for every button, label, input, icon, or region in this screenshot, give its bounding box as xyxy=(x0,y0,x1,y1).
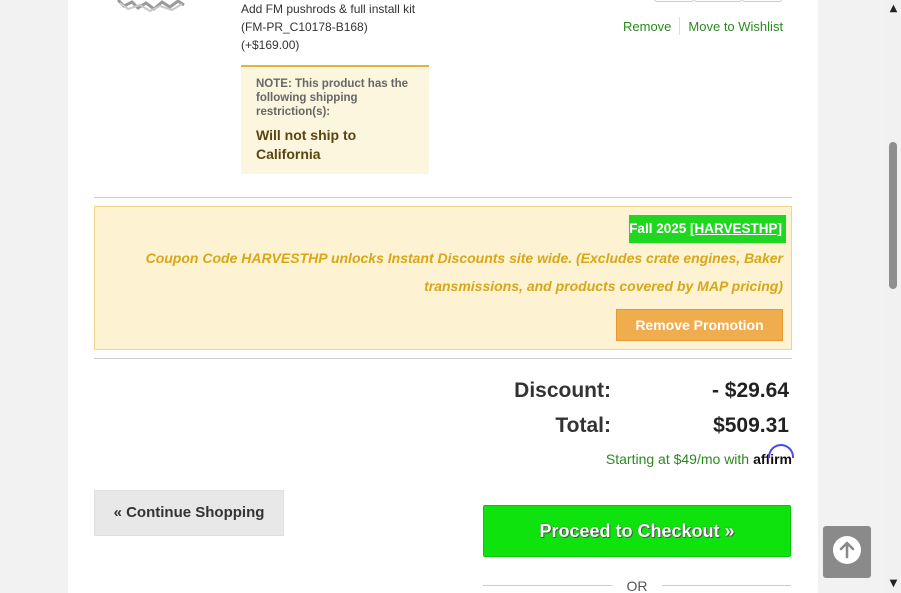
scroll-up-arrow-icon[interactable]: ▲ xyxy=(886,2,901,16)
product-option-sku: (FM-PR_C10178-B168) xyxy=(241,20,368,34)
remove-item-link[interactable]: Remove xyxy=(623,19,671,34)
divider xyxy=(94,197,792,198)
restriction-note: NOTE: This product has the following shi… xyxy=(256,78,409,118)
affirm-financing-link[interactable]: Starting at $49/mo with affirm xyxy=(605,444,794,467)
remove-promotion-button[interactable]: Remove Promotion xyxy=(616,309,783,341)
restriction-text: Will not ship to California xyxy=(256,127,357,162)
or-divider-right xyxy=(662,585,791,586)
quantity-decrement-button[interactable] xyxy=(654,0,694,2)
cart-item-actions: Remove Move to Wishlist xyxy=(623,17,783,35)
promo-badge: Fall 2025 [HARVESTHP] xyxy=(629,215,786,243)
discount-value: - $29.64 xyxy=(711,379,789,402)
scrollbar-thumb[interactable] xyxy=(889,142,897,289)
affirm-logo: affirm xyxy=(753,444,794,467)
promo-badge-text: Fall 2025 xyxy=(629,221,690,236)
product-image[interactable] xyxy=(110,0,190,12)
promotion-box: Fall 2025 [HARVESTHP] Coupon Code HARVES… xyxy=(94,206,792,350)
shipping-restriction-box: NOTE: This product has the following shi… xyxy=(241,65,429,174)
discount-label: Discount: xyxy=(514,379,611,402)
proceed-to-checkout-button[interactable]: Proceed to Checkout » xyxy=(483,505,791,557)
product-option-price: (+$169.00) xyxy=(241,38,300,52)
total-label: Total: xyxy=(555,414,611,437)
total-value: $509.31 xyxy=(713,414,789,437)
arrow-up-icon xyxy=(833,536,861,564)
product-option-line: Add FM pushrods & full install kit xyxy=(241,2,416,16)
move-to-wishlist-link[interactable]: Move to Wishlist xyxy=(688,19,783,34)
page-scrollbar[interactable]: ▲ ▼ xyxy=(886,0,901,593)
or-divider-left xyxy=(483,585,612,586)
financing-text: Starting at $49/mo with xyxy=(605,451,750,467)
back-to-top-button[interactable] xyxy=(823,526,871,578)
quantity-increment-button[interactable] xyxy=(742,0,782,2)
quantity-input[interactable] xyxy=(694,0,742,2)
promo-code-link[interactable]: [HARVESTHP] xyxy=(690,221,782,236)
promo-message: Coupon Code HARVESTHP unlocks Instant Di… xyxy=(145,250,783,294)
link-divider xyxy=(679,17,681,35)
or-separator: OR xyxy=(626,578,648,593)
scroll-down-arrow-icon[interactable]: ▼ xyxy=(886,577,901,591)
continue-shopping-button[interactable]: « Continue Shopping xyxy=(94,490,284,536)
divider xyxy=(94,358,792,359)
